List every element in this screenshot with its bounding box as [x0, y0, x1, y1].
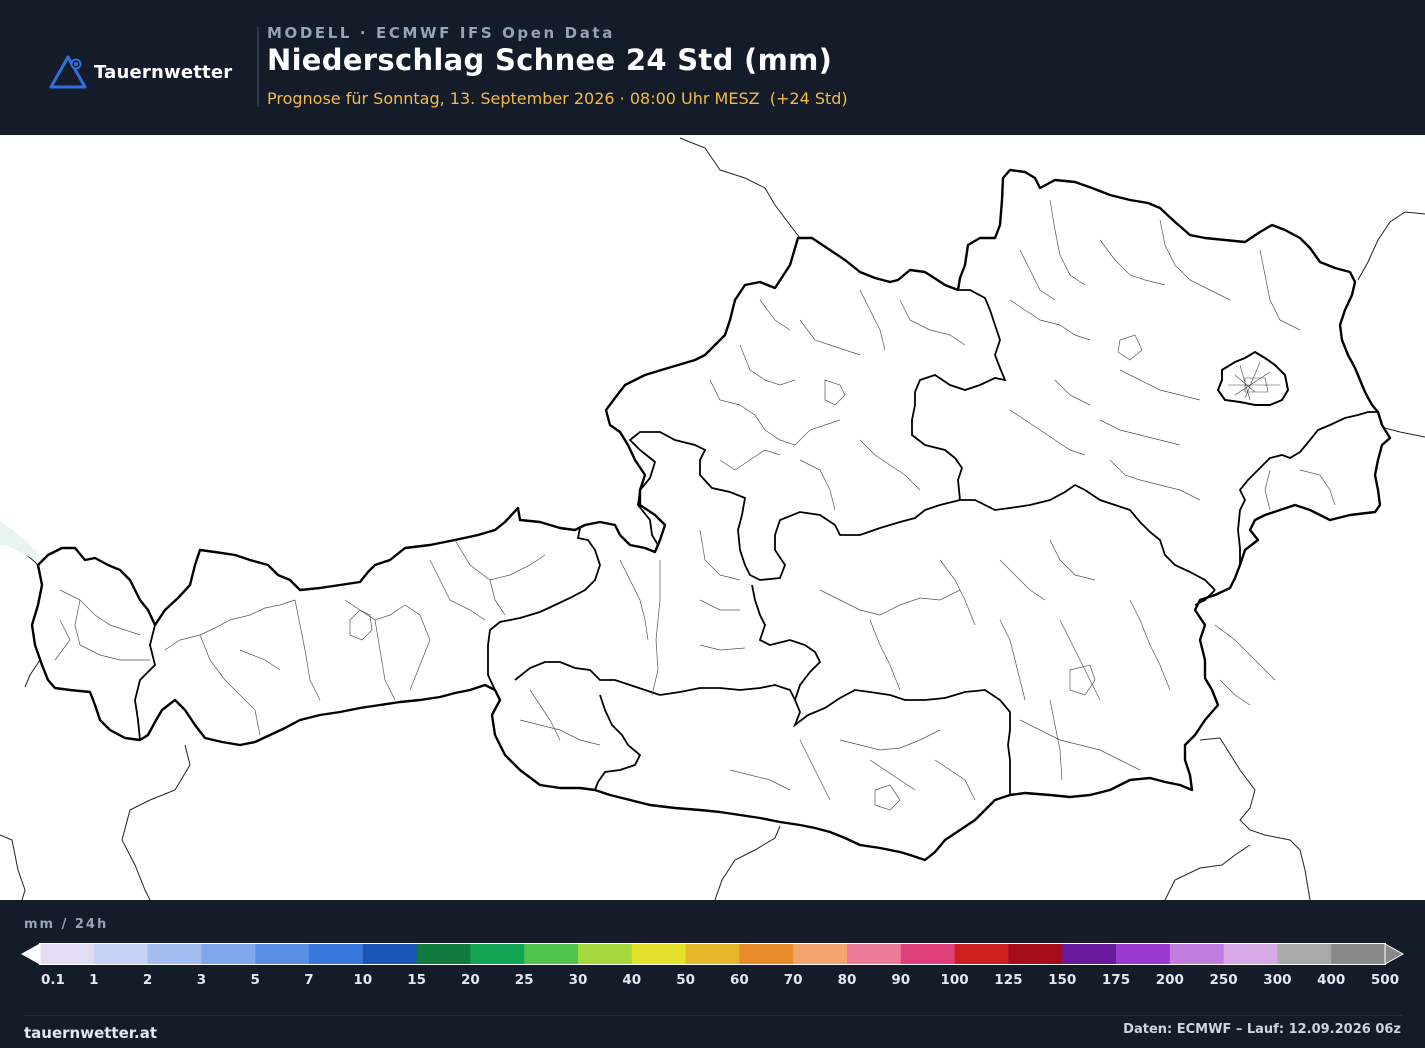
colorbar-segment: [470, 944, 525, 964]
colorbar-segment: [1116, 944, 1171, 964]
legend-tick-label: 250: [1209, 972, 1238, 988]
legend-tick-label: 15: [407, 972, 426, 988]
colorbar-segment: [1223, 944, 1278, 964]
colorbar-segment: [362, 944, 418, 964]
legend-tick-label: 60: [729, 972, 749, 988]
colorbar-segment: [1331, 944, 1386, 964]
footer-divider: [24, 1015, 1402, 1016]
colorbar-segment: [147, 944, 202, 964]
colorbar-segment: [93, 944, 149, 964]
legend-tick-label: 40: [622, 972, 642, 988]
logo[interactable]: Tauernwetter: [48, 54, 232, 90]
colorbar-min-arrow: [20, 943, 41, 965]
legend-colorbar: [20, 943, 1405, 965]
legend-tick-label: 90: [891, 972, 911, 988]
colorbar-segment: [1169, 944, 1225, 964]
colorbar-segment: [1008, 944, 1063, 964]
logo-text: Tauernwetter: [94, 61, 233, 83]
legend-tick-label: 20: [460, 972, 480, 988]
legend-tick-label: 5: [250, 972, 260, 988]
legend-tick-label: 2: [142, 972, 153, 988]
colorbar-segment: [309, 944, 364, 964]
colorbar-segment: [1062, 944, 1117, 964]
legend-tick-label: 7: [304, 972, 314, 988]
legend-tick-label: 70: [783, 972, 803, 988]
legend-tick-label: 1: [89, 972, 99, 988]
site-url[interactable]: tauernwetter.at: [24, 1024, 157, 1042]
colorbar-segment: [739, 944, 794, 964]
legend-tick-label: 50: [676, 972, 695, 988]
legend-tick-label: 3: [196, 972, 207, 988]
legend-tick-label: 0.1: [41, 972, 65, 988]
colorbar-segment: [900, 944, 956, 964]
legend-unit-label: mm / 24h: [24, 917, 109, 932]
data-credit: Daten: ECMWF – Lauf: 12.09.2026 06z: [1123, 1022, 1401, 1037]
header-divider: [257, 27, 259, 107]
page-title: Niederschlag Schnee 24 Std (mm): [267, 43, 833, 77]
legend-tick-labels: 0.1 1 2 3 5 7 10 15 20 25 30 40 50 60 70 80 90 100 125 150 1…: [0, 972, 1425, 992]
legend-tick-label: 80: [837, 972, 857, 988]
legend: mm / 24h 0.1 1 2 3 5 7 10 15 20 25 30 40 50 60 70 80 90 1…: [0, 900, 1425, 1048]
colorbar-segment: [40, 944, 95, 964]
legend-tick-label: 10: [353, 972, 373, 988]
legend-tick-label: 30: [568, 972, 588, 988]
lake-shape: [0, 522, 40, 560]
colorbar-segment: [847, 944, 902, 964]
legend-tick-label: 500: [1370, 972, 1400, 988]
legend-tick-label: 400: [1317, 972, 1346, 988]
legend-tick-label: 100: [940, 972, 969, 988]
colorbar-segment: [524, 944, 579, 964]
colorbar-segment: [578, 944, 633, 964]
colorbar-segment: [685, 944, 740, 964]
colorbar-max-arrow: [1384, 943, 1405, 965]
legend-tick-label: 150: [1048, 972, 1077, 988]
austria-map-svg: [0, 137, 1425, 900]
forecast-subtitle: Prognose für Sonntag, 13. September 2026…: [267, 89, 848, 108]
legend-tick-label: 125: [994, 972, 1023, 988]
austria-border: [30, 168, 1392, 862]
legend-tick-label: 175: [1101, 972, 1131, 988]
model-line: MODELL · ECMWF IFS Open Data: [267, 24, 615, 42]
legend-tick-label: 300: [1263, 972, 1292, 988]
precipitation-map[interactable]: [0, 135, 1425, 900]
colorbar-segment: [1277, 944, 1332, 964]
colorbar-segment: [416, 944, 471, 964]
colorbar-segment: [954, 944, 1009, 964]
colorbar-segment: [793, 944, 848, 964]
colorbar-segment: [255, 944, 310, 964]
colorbar-segment: [631, 944, 687, 964]
mountain-pin-icon: [49, 55, 87, 89]
header: Tauernwetter MODELL · ECMWF IFS Open Dat…: [0, 0, 1425, 135]
legend-tick-label: 200: [1155, 972, 1184, 988]
colorbar-segment: [201, 944, 256, 964]
legend-tick-label: 25: [514, 972, 534, 988]
